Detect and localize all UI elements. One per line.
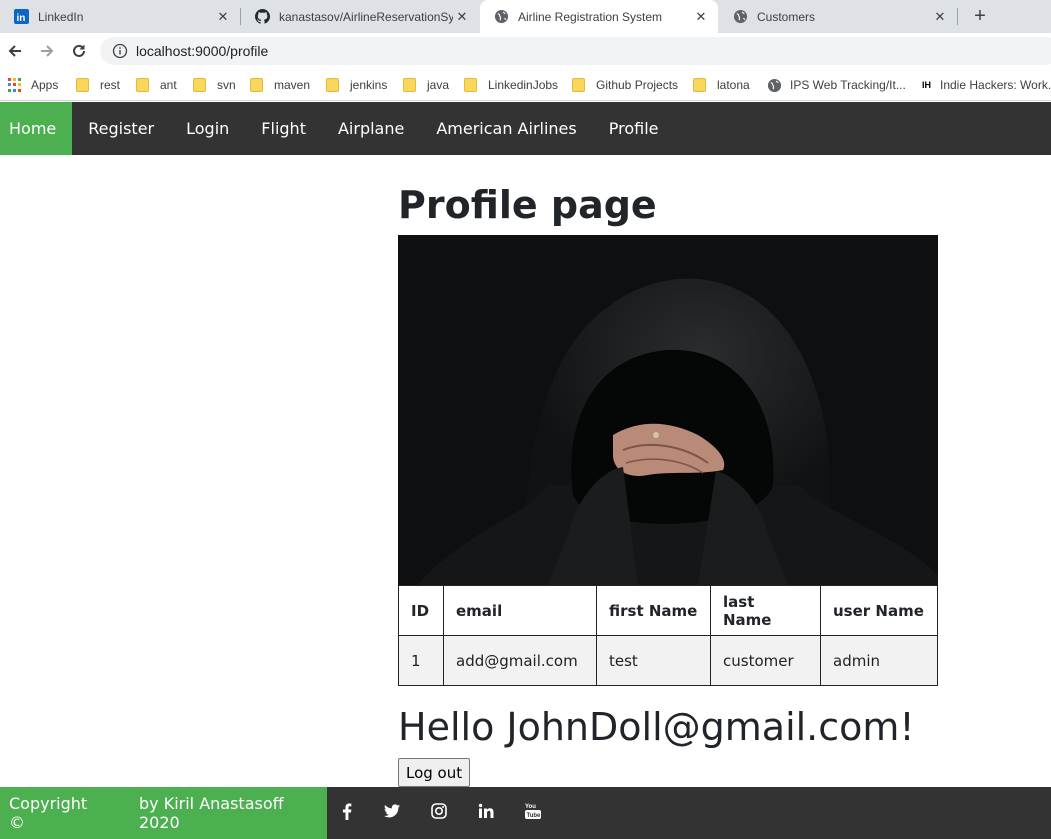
tab-divider xyxy=(957,8,958,25)
folder-icon xyxy=(250,78,263,92)
column-header-id: ID xyxy=(398,585,444,636)
bookmark-folder[interactable]: jenkins xyxy=(326,76,387,94)
users-table: ID email first Name last Name user Name … xyxy=(398,585,938,686)
bookmark-folder[interactable]: LinkedinJobs xyxy=(464,76,558,94)
column-header-email: email xyxy=(443,585,597,636)
svg-text:You: You xyxy=(525,804,536,810)
linkedin-icon: in xyxy=(14,9,29,24)
svg-text:in: in xyxy=(17,13,26,24)
bookmark-indiehackers[interactable]: IH Indie Hackers: Work... xyxy=(922,76,1051,94)
nav-airplane[interactable]: Airplane xyxy=(322,102,420,155)
column-header-user-name: user Name xyxy=(820,585,938,636)
page-title: Profile page xyxy=(398,183,657,227)
bookmark-ips[interactable]: IPS Web Tracking/It... xyxy=(767,76,906,94)
globe-icon xyxy=(767,78,782,92)
back-arrow-icon[interactable] xyxy=(3,39,27,63)
tab-title: LinkedIn xyxy=(38,9,84,24)
bookmark-folder[interactable]: rest xyxy=(76,76,120,94)
nav-american-airlines[interactable]: American Airlines xyxy=(420,102,592,155)
url-text[interactable]: localhost:9000/profile xyxy=(136,43,268,59)
table-header-row: ID email first Name last Name user Name xyxy=(398,585,938,636)
site-footer: Copyright © by Kiril Anastasoff 2020 You… xyxy=(0,787,1051,839)
browser-toolbar: localhost:9000/profile xyxy=(0,33,1051,69)
instagram-icon[interactable] xyxy=(429,801,449,821)
svg-text:Tube: Tube xyxy=(527,813,542,819)
reload-icon[interactable] xyxy=(67,39,91,63)
footer-copyright-block: Copyright © by Kiril Anastasoff 2020 xyxy=(0,787,327,839)
browser-tab-customers[interactable]: Customers ✕ xyxy=(719,0,957,33)
folder-icon xyxy=(464,78,477,92)
folder-icon xyxy=(693,78,706,92)
forward-arrow-icon[interactable] xyxy=(35,39,59,63)
copyright-text: Copyright © xyxy=(9,794,88,832)
site-navbar: Home Register Login Flight Airplane Amer… xyxy=(0,102,1051,155)
nav-flight[interactable]: Flight xyxy=(245,102,322,155)
cell-last-name: customer xyxy=(710,635,821,686)
author-text: by Kiril Anastasoff 2020 xyxy=(138,794,284,832)
close-icon[interactable]: ✕ xyxy=(453,8,471,26)
folder-icon xyxy=(193,78,206,92)
info-icon[interactable] xyxy=(112,43,128,59)
bookmarks-bar: Apps rest ant svn maven jenkins java Lin… xyxy=(0,69,1051,101)
nav-home[interactable]: Home xyxy=(0,102,73,155)
nav-register[interactable]: Register xyxy=(72,102,170,155)
apps-grid-icon xyxy=(8,78,22,92)
nav-login[interactable]: Login xyxy=(170,102,245,155)
cell-first-name: test xyxy=(596,635,711,686)
bookmark-folder[interactable]: Github Projects xyxy=(572,76,678,94)
tab-title: Airline Registration System xyxy=(518,9,663,24)
browser-tab-github[interactable]: kanastasov/AirlineReservationSys ✕ xyxy=(241,0,479,33)
close-icon[interactable]: ✕ xyxy=(692,8,710,26)
globe-icon xyxy=(733,9,748,24)
youtube-icon[interactable]: You Tube xyxy=(523,801,543,821)
cell-id: 1 xyxy=(398,635,444,686)
bookmark-folder[interactable]: maven xyxy=(250,76,310,94)
table-row: 1 add@gmail.com test customer admin xyxy=(398,635,938,686)
bookmark-folder[interactable]: java xyxy=(403,76,449,94)
bookmark-folder[interactable]: svn xyxy=(193,76,236,94)
browser-tab-strip: in LinkedIn ✕ kanastasov/AirlineReservat… xyxy=(0,0,1051,33)
address-bar[interactable]: localhost:9000/profile xyxy=(100,37,1051,65)
folder-icon xyxy=(76,78,89,92)
tab-title: kanastasov/AirlineReservationSys xyxy=(279,9,453,24)
facebook-icon[interactable] xyxy=(337,801,357,821)
cell-user-name: admin xyxy=(820,635,938,686)
globe-icon xyxy=(494,9,509,24)
bookmark-folder[interactable]: ant xyxy=(136,76,177,94)
folder-icon xyxy=(136,78,149,92)
tab-title: Customers xyxy=(757,9,816,24)
profile-image xyxy=(398,235,938,585)
bookmark-apps[interactable]: Apps xyxy=(8,76,58,94)
new-tab-icon[interactable]: + xyxy=(968,4,992,28)
bookmark-folder[interactable]: latona xyxy=(693,76,750,94)
close-icon[interactable]: ✕ xyxy=(931,8,949,26)
nav-profile[interactable]: Profile xyxy=(593,102,675,155)
folder-icon xyxy=(403,78,416,92)
folder-icon xyxy=(326,78,339,92)
column-header-last-name: last Name xyxy=(710,585,821,636)
browser-tab-airline[interactable]: Airline Registration System ✕ xyxy=(480,0,718,33)
greeting-heading: Hello JohnDoll@gmail.com! xyxy=(398,705,915,749)
indie-hackers-icon: IH xyxy=(922,80,931,90)
cell-email: add@gmail.com xyxy=(443,635,597,686)
linkedin-icon[interactable] xyxy=(476,801,496,821)
folder-icon xyxy=(572,78,585,92)
browser-tab-linkedin[interactable]: in LinkedIn ✕ xyxy=(0,0,240,33)
logout-button[interactable]: Log out xyxy=(398,758,471,787)
github-icon xyxy=(255,9,270,24)
close-icon[interactable]: ✕ xyxy=(214,8,232,26)
twitter-icon[interactable] xyxy=(382,801,402,821)
column-header-first-name: first Name xyxy=(596,585,711,636)
